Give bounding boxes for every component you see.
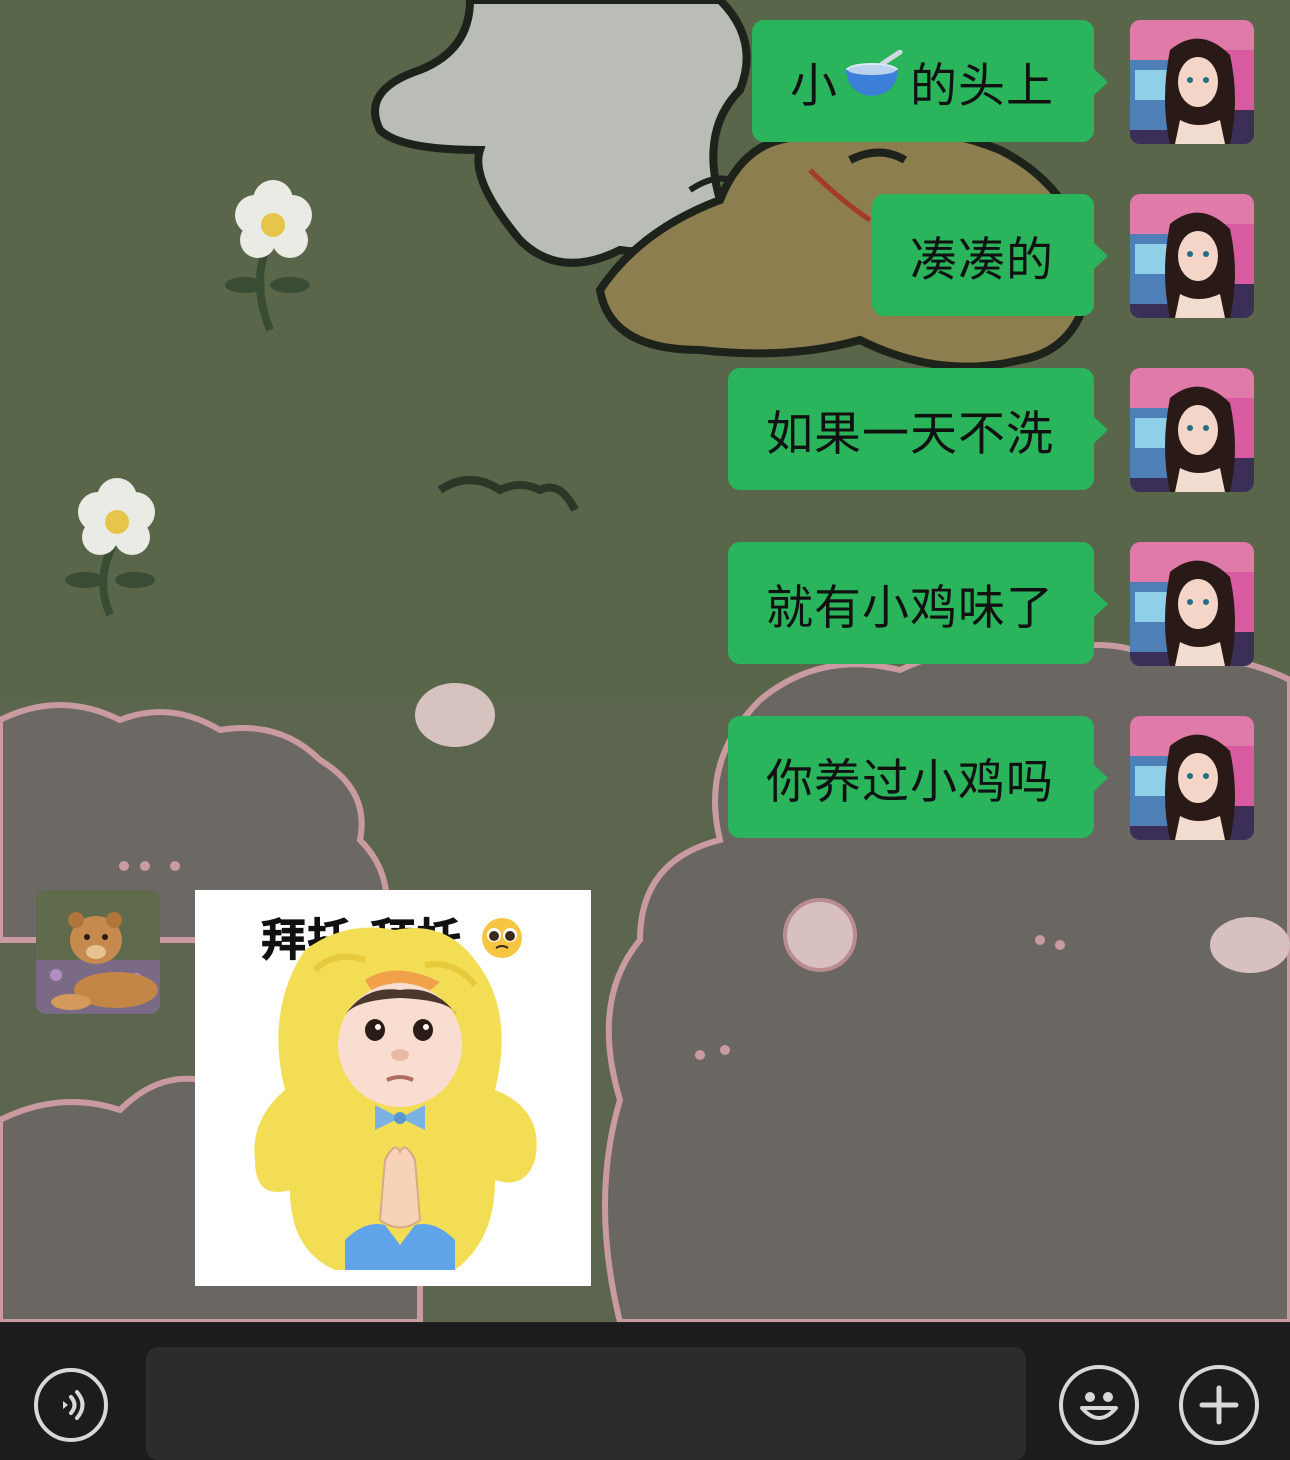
- message-bubble-wrap: 你养过小鸡吗: [728, 716, 1108, 838]
- chat-input-bar: [0, 1322, 1290, 1460]
- my-avatar[interactable]: [1130, 20, 1254, 144]
- bubble-tail: [1093, 242, 1108, 270]
- message-input[interactable]: [146, 1347, 1026, 1460]
- emoji-button[interactable]: [1059, 1365, 1139, 1445]
- my-avatar[interactable]: [1130, 194, 1254, 318]
- emoji-icon: [1080, 1392, 1118, 1420]
- chat-area[interactable]: 小 的头上 凑凑的 如果一天不洗 就有小鸡味了 你养过小鸡吗: [0, 0, 1290, 1322]
- bubble-tail: [1093, 764, 1108, 792]
- bubble-tail: [1093, 590, 1108, 618]
- baby-chick-image: [254, 927, 537, 1270]
- message-bubble[interactable]: 如果一天不洗: [728, 368, 1094, 490]
- contact-avatar[interactable]: [36, 890, 160, 1014]
- bubble-tail: [1093, 416, 1108, 444]
- chat-message-row: 凑凑的: [872, 194, 1254, 318]
- message-text: 小: [790, 58, 838, 114]
- chat-message-row: 你养过小鸡吗: [728, 716, 1254, 840]
- message-text: 的头上: [910, 58, 1054, 114]
- message-bubble[interactable]: 就有小鸡味了: [728, 542, 1094, 664]
- chat-message-row: 小 的头上: [752, 20, 1254, 144]
- message-bubble[interactable]: 小 的头上: [752, 20, 1094, 142]
- voice-input-button[interactable]: [34, 1368, 108, 1442]
- message-text: 如果一天不洗: [766, 406, 1054, 462]
- message-bubble-wrap: 小 的头上: [752, 20, 1108, 142]
- my-avatar[interactable]: [1130, 716, 1254, 840]
- message-text: 你养过小鸡吗: [766, 754, 1054, 810]
- message-bubble[interactable]: 你养过小鸡吗: [728, 716, 1094, 838]
- bubble-tail: [1093, 68, 1108, 96]
- voice-icon: [63, 1390, 85, 1420]
- bowl-emoji-icon: [842, 49, 906, 112]
- chat-message-row: 就有小鸡味了: [728, 542, 1254, 666]
- message-bubble-wrap: 如果一天不洗: [728, 368, 1108, 490]
- more-button[interactable]: [1179, 1365, 1259, 1445]
- message-bubble[interactable]: 凑凑的: [872, 194, 1094, 316]
- sticker-message[interactable]: 拜托 拜托: [195, 890, 591, 1286]
- message-bubble-wrap: 凑凑的: [872, 194, 1108, 316]
- chat-message-row: 如果一天不洗: [728, 368, 1254, 492]
- message-text: 凑凑的: [910, 232, 1054, 288]
- plus-icon: [1199, 1385, 1239, 1425]
- message-text: 就有小鸡味了: [766, 580, 1054, 636]
- my-avatar[interactable]: [1130, 368, 1254, 492]
- my-avatar[interactable]: [1130, 542, 1254, 666]
- message-bubble-wrap: 就有小鸡味了: [728, 542, 1108, 664]
